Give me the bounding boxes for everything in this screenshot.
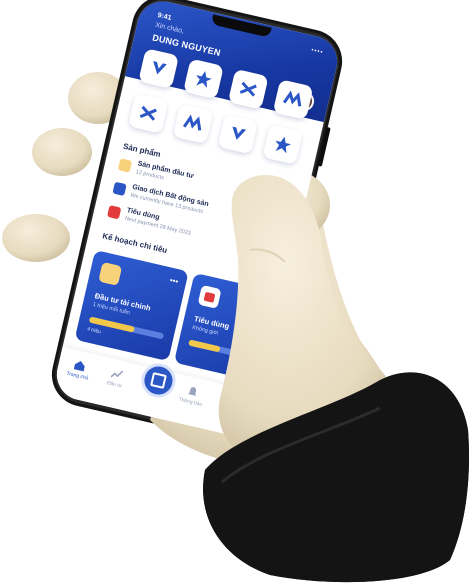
plan-bar-label: 4 triệu: [86, 326, 102, 336]
plan-progress-bar: [88, 316, 165, 340]
service-v-icon: [232, 126, 247, 140]
nav-home[interactable]: Trang chủ: [60, 356, 98, 383]
service-tile-5[interactable]: [127, 92, 169, 134]
service-tile-8[interactable]: [262, 124, 304, 165]
bell-icon: [188, 387, 197, 396]
coins-icon: [98, 261, 123, 286]
service-x-icon: [239, 81, 257, 97]
service-star-icon: [275, 136, 291, 154]
shopping-bag-icon: [197, 284, 222, 309]
service-m-icon: [182, 114, 202, 131]
more-icon[interactable]: •••: [169, 276, 179, 287]
chart-icon: [110, 370, 124, 378]
status-signal: ••••: [310, 47, 324, 57]
nav-invest[interactable]: Đầu tư: [97, 364, 135, 391]
invest-icon: [117, 158, 133, 173]
scan-button[interactable]: [138, 360, 179, 401]
plan-card-investment[interactable]: ••• Đầu tư tài chính 1 triệu mỗi tuần 4 …: [74, 249, 189, 362]
nav-account[interactable]: Tài khoản: [212, 391, 250, 418]
product-amount: + 5 triệu: [254, 239, 281, 253]
service-m-icon: [282, 90, 302, 107]
plan-progress-fill: [188, 339, 221, 353]
user-icon: [226, 396, 236, 407]
service-x-icon: [139, 105, 157, 121]
nav-label: Tài khoản: [217, 405, 241, 417]
nav-label: Trang chủ: [65, 370, 89, 382]
status-time: 9:41: [156, 12, 172, 22]
shopping-bag-icon: [106, 205, 122, 220]
house-icon: [112, 181, 127, 197]
service-v-icon: [153, 61, 167, 75]
plan-progress-bar: [188, 339, 252, 360]
home-icon: [73, 361, 85, 372]
nav-notifications[interactable]: Thông báo: [173, 382, 211, 409]
service-tile-6[interactable]: [172, 103, 214, 145]
scan-icon: [150, 372, 167, 389]
nav-label: Thông báo: [178, 396, 203, 408]
plan-card-consumer[interactable]: Tiêu dùng Không giới: [173, 272, 283, 383]
service-star-icon: [196, 71, 212, 88]
service-tile-7[interactable]: [217, 113, 259, 155]
nav-label: Đầu tư: [106, 380, 123, 390]
